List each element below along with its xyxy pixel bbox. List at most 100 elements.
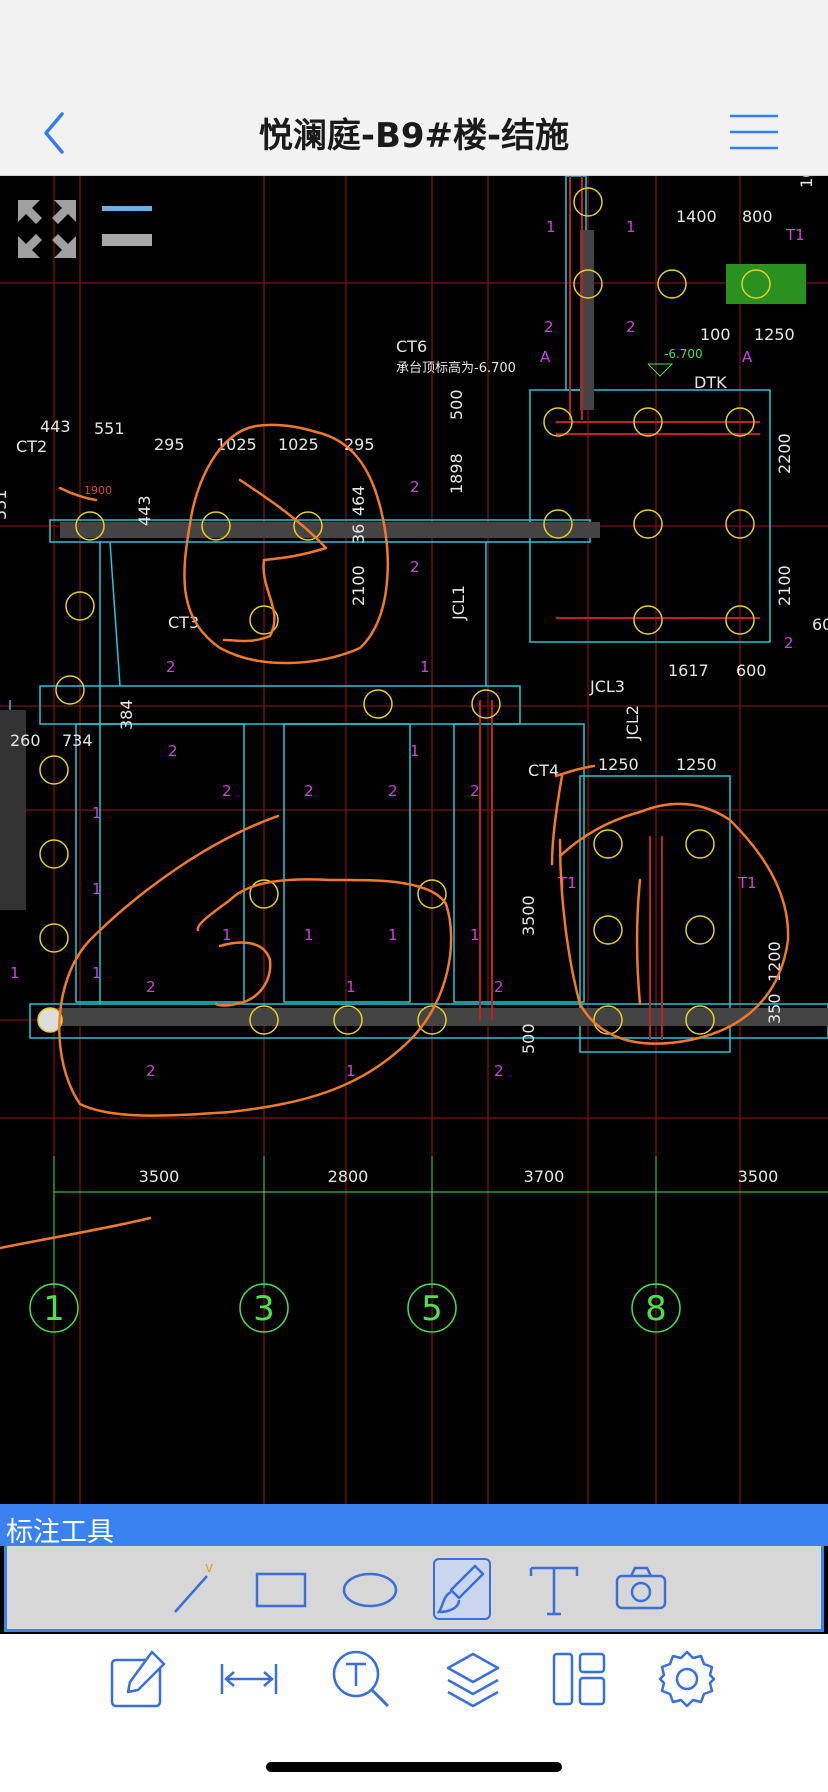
dim-1025b: 1025 (278, 435, 319, 454)
ellipse-tool-button[interactable] (341, 1558, 399, 1620)
dim-500b: 500 (519, 1023, 538, 1054)
dim-3500v: 3500 (519, 895, 538, 936)
edit-button[interactable] (108, 1648, 170, 1710)
text-search-icon (332, 1650, 390, 1708)
annotation-tools-title: 标注工具 (6, 1517, 114, 1548)
svg-text:1: 1 (470, 926, 480, 944)
label-ct4: CT4 (528, 761, 559, 780)
svg-text:2: 2 (388, 782, 398, 800)
rectangle-tool-button[interactable] (253, 1558, 311, 1620)
dimension-2800: 2800 (328, 1167, 369, 1186)
dim-350: 350 (765, 993, 784, 1024)
svg-text:2: 2 (494, 978, 504, 996)
menu-button[interactable] (728, 112, 780, 152)
dim-36: 36 (349, 524, 368, 544)
dim-295a: 295 (154, 435, 185, 454)
svg-text:2: 2 (146, 978, 156, 996)
brush-tool-button[interactable] (433, 1558, 491, 1620)
svg-text:2: 2 (410, 558, 420, 576)
gear-icon (658, 1650, 716, 1708)
freehand-annotations (0, 423, 790, 1250)
axis-bubbles (29, 1283, 681, 1333)
label-ct2: CT2 (16, 437, 47, 456)
label-elevation: -6.700 (664, 347, 703, 361)
svg-text:1: 1 (420, 658, 430, 676)
axis-label-1: 1 (43, 1289, 65, 1329)
label-jcl2: JCL2 (623, 705, 642, 741)
dimension-3700: 3700 (524, 1167, 565, 1186)
svg-text:2: 2 (784, 634, 794, 652)
dim-1900: 1900 (84, 484, 112, 497)
dim-2100a: 2100 (349, 565, 368, 606)
svg-text:2: 2 (146, 1062, 156, 1080)
text-search-button[interactable] (330, 1648, 392, 1710)
dim-1250c: 1250 (676, 755, 717, 774)
dim-1617: 1617 (668, 661, 709, 680)
fullscreen-button[interactable] (14, 196, 80, 262)
dimension-3500-b: 3500 (738, 1167, 779, 1186)
pen-line-icon: v (174, 1560, 213, 1613)
axis-label-3: 3 (253, 1289, 275, 1329)
svg-text:2: 2 (222, 782, 232, 800)
svg-text:v: v (205, 1560, 213, 1576)
dim-1025a: 1025 (216, 435, 257, 454)
dim-10: 10 (797, 176, 816, 188)
dim-295b: 295 (344, 435, 375, 454)
svg-text:1: 1 (546, 218, 556, 236)
dim-1250b: 1250 (598, 755, 639, 774)
dim-600a: 600 (736, 661, 767, 680)
layers-button[interactable] (442, 1648, 504, 1710)
layer-toggle-button[interactable] (98, 200, 158, 250)
dim-1898: 1898 (447, 453, 466, 494)
rectangle-icon (255, 1572, 307, 1608)
svg-text:1: 1 (10, 964, 20, 982)
dim-800: 800 (742, 207, 773, 226)
text-tool-button[interactable] (525, 1558, 583, 1620)
camera-tool-button[interactable] (613, 1558, 671, 1620)
expand-arrows-icon (18, 200, 76, 258)
label-t1a: T1 (785, 226, 805, 244)
measure-button[interactable] (218, 1648, 280, 1710)
edit-icon (110, 1650, 166, 1708)
layout-button[interactable] (548, 1648, 610, 1710)
svg-text:1: 1 (410, 742, 420, 760)
svg-text:2: 2 (168, 742, 178, 760)
line-tool-button[interactable]: v (167, 1558, 225, 1620)
dim-2200: 2200 (775, 433, 794, 474)
label-ct6-note: 承台顶标高为-6.700 (396, 360, 516, 376)
dim-443: 443 (40, 417, 71, 436)
svg-text:1: 1 (388, 926, 398, 944)
drawing-canvas[interactable]: 1 3 5 8 3500 2800 3700 3500 CT6 承台顶标高为-6… (0, 176, 828, 1504)
dim-500a: 500 (447, 389, 466, 420)
ellipse-icon (342, 1572, 398, 1608)
dim-1250a: 1250 (754, 325, 795, 344)
svg-text:1: 1 (92, 964, 102, 982)
svg-text:1: 1 (92, 804, 102, 822)
layers-icon (446, 1652, 500, 1708)
axis-label-8: 8 (645, 1289, 667, 1329)
layer-bars-icon (102, 206, 152, 246)
bottom-dimensions: 3500 2800 3700 3500 (139, 1167, 779, 1186)
dim-1400: 1400 (676, 207, 717, 226)
cad-labels: CT6 承台顶标高为-6.700 CT2 CT3 CT4 DTK JCL1 JC… (0, 176, 828, 1054)
svg-text:1: 1 (304, 926, 314, 944)
dim-551l: 551 (0, 489, 10, 520)
dim-600b: 60 (812, 615, 828, 634)
label-dtk: DTK (694, 373, 727, 392)
dim-100: 100 (700, 325, 731, 344)
annotation-tools-header: 标注工具 (0, 1504, 828, 1548)
label-jcl3: JCL3 (589, 677, 625, 696)
hamburger-menu-icon (730, 114, 778, 150)
brush-icon (436, 1564, 485, 1614)
svg-text:2: 2 (494, 1062, 504, 1080)
layout-icon (552, 1652, 606, 1706)
settings-button[interactable] (656, 1648, 718, 1710)
dim-443v: 443 (135, 495, 154, 526)
svg-text:1: 1 (346, 978, 356, 996)
camera-icon (615, 1566, 667, 1610)
dim-2100b: 2100 (775, 565, 794, 606)
dim-260: 260 (10, 731, 41, 750)
svg-text:1: 1 (346, 1062, 356, 1080)
piles (37, 187, 771, 1035)
svg-text:2: 2 (410, 478, 420, 496)
